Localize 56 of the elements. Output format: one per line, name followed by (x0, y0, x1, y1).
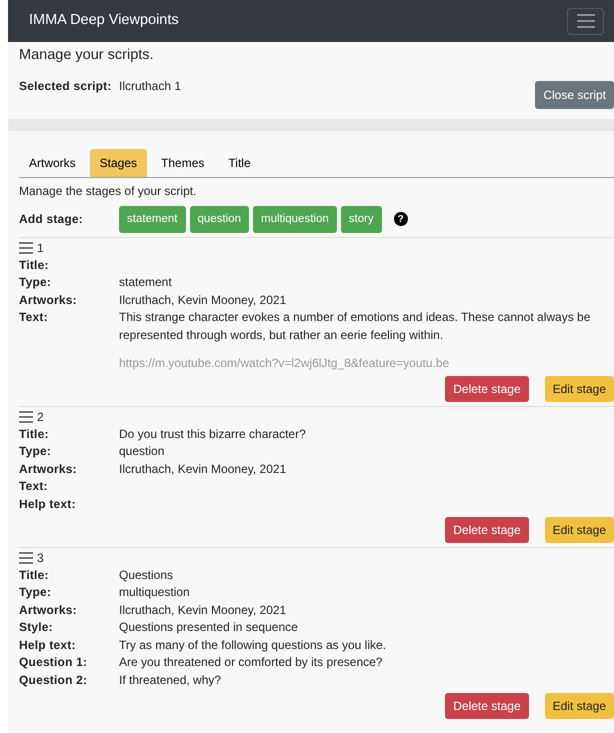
field-label: Help text: (19, 496, 77, 513)
tab[interactable]: Stages (90, 148, 148, 177)
delete-stage-button[interactable]: Delete stage (445, 517, 529, 544)
menu-icon (576, 14, 594, 28)
field-label: Question 2: (19, 672, 88, 688)
field-value: Ilcruthach 1 (119, 78, 182, 95)
field-value: Try as many of the following questions as you like. (119, 636, 388, 654)
field-label: Text: (19, 309, 49, 326)
tab[interactable]: Artworks (19, 148, 86, 177)
field-label: Style: (19, 619, 54, 636)
field-label: Selected script: (19, 78, 113, 95)
edit-stage-button[interactable]: Edit stage (544, 517, 614, 544)
field-value: Questions presented in sequence (119, 619, 299, 636)
field-label: Title: (19, 426, 50, 444)
field-label: Artworks: (19, 292, 78, 309)
tab[interactable]: Title (218, 148, 261, 177)
help-icon[interactable]: ? (394, 212, 408, 226)
stage-number: 2 (37, 409, 44, 426)
field-value: If threatened, why? (119, 672, 222, 688)
section-description: Manage the stages of your script. (18, 182, 198, 200)
edit-stage-button[interactable]: Edit stage (544, 376, 614, 402)
field-label: Type: (19, 274, 52, 292)
field-label: Question 1: (19, 654, 88, 672)
field-value: Do you trust this bizarre character? (119, 426, 307, 444)
field-label: Add stage: (19, 211, 84, 228)
close-script-button[interactable]: Close script (535, 80, 614, 109)
video-url: https://m.youtube.com/watch?v=l2wj6lJtg_8&feature=youtu.be (119, 355, 450, 372)
field-value: question (119, 443, 166, 460)
field-value: statement (119, 274, 173, 292)
delete-stage-button[interactable]: Delete stage (445, 692, 529, 719)
field-value: Ilcruthach, Kevin Mooney, 2021 (119, 602, 288, 619)
field-label: Text: (19, 478, 49, 496)
drag-handle-icon[interactable] (19, 411, 33, 424)
field-value: Ilcruthach, Kevin Mooney, 2021 (119, 292, 288, 309)
field-label: Help text: (19, 636, 77, 654)
delete-stage-button[interactable]: Delete stage (445, 376, 529, 402)
brand-title[interactable]: IMMA Deep Viewpoints (29, 10, 179, 32)
stage-number: 1 (37, 240, 44, 257)
stage-number: 3 (37, 550, 44, 568)
field-label: Artworks: (19, 602, 78, 619)
field-value: Are you threatened or comforted by its presence? (119, 654, 384, 672)
field-value: Ilcruthach, Kevin Mooney, 2021 (119, 460, 288, 478)
field-label: Type: (19, 443, 52, 460)
field-value: multiquestion (119, 584, 191, 602)
field-label: Title: (19, 257, 50, 274)
field-label: Title: (19, 567, 50, 584)
tab[interactable]: Themes (151, 148, 214, 177)
intro-text: Manage your scripts. (18, 46, 155, 65)
field-value: This strange character evokes a number of emotions and ideas. These cannot always be represented through words, but rather an eerie feeling within. (119, 309, 592, 344)
drag-handle-icon[interactable] (19, 552, 33, 564)
edit-stage-button[interactable]: Edit stage (544, 692, 614, 719)
field-value: Questions (119, 567, 174, 584)
menu-toggle-button[interactable] (567, 8, 604, 34)
field-label: Type: (19, 584, 52, 602)
drag-handle-icon[interactable] (19, 242, 33, 254)
field-label: Artworks: (19, 460, 78, 478)
